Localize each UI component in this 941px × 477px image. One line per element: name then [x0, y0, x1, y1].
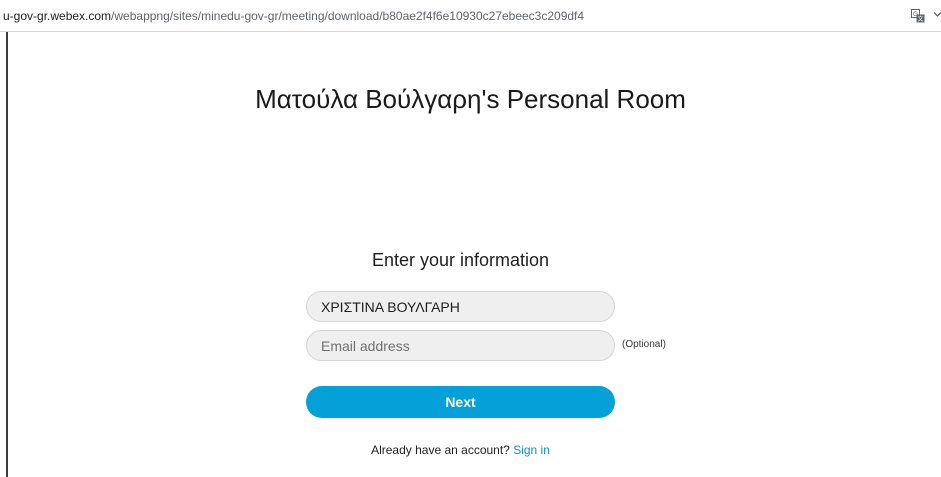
window-left-edge [0, 32, 8, 477]
form-heading: Enter your information [371, 250, 550, 270]
email-field[interactable] [306, 330, 615, 361]
browser-window: u-gov-gr.webex.com/webappng/sites/minedu… [0, 0, 941, 477]
url-text[interactable]: u-gov-gr.webex.com/webappng/sites/minedu… [3, 9, 584, 23]
account-prompt-text: Already have an account? [371, 443, 510, 457]
signin-prompt: Already have an account? Sign in [306, 443, 615, 457]
url-path: /webappng/sites/minedu-gov-gr/meeting/do… [111, 9, 585, 23]
chevron-down-icon[interactable] [934, 11, 941, 18]
name-field[interactable] [306, 291, 615, 322]
page-title: Ματούλα Βούλγαρη's Personal Room [255, 84, 686, 114]
translate-icon[interactable]: G 文 [911, 9, 925, 23]
address-bar[interactable]: u-gov-gr.webex.com/webappng/sites/minedu… [0, 0, 941, 32]
optional-label: (Optional) [622, 339, 666, 350]
sign-in-link[interactable]: Sign in [513, 443, 550, 457]
url-host: u-gov-gr.webex.com [3, 9, 112, 23]
next-button[interactable]: Next [306, 386, 615, 418]
svg-text:文: 文 [917, 15, 923, 23]
